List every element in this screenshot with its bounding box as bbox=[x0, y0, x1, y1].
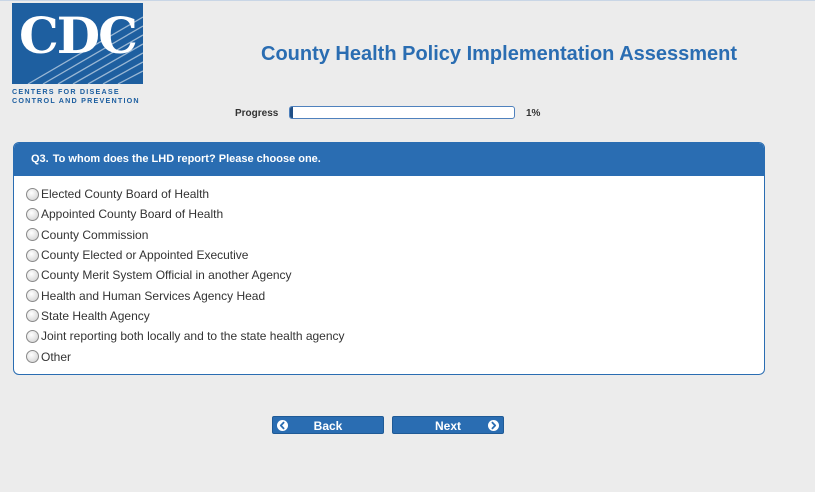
answer-option-label: Other bbox=[41, 349, 72, 364]
answer-option[interactable]: County Commission bbox=[26, 225, 764, 245]
answer-option[interactable]: County Merit System Official in another … bbox=[26, 265, 764, 285]
radio-button[interactable] bbox=[26, 350, 39, 364]
progress-label: Progress bbox=[235, 108, 279, 119]
answer-option[interactable]: Elected County Board of Health bbox=[26, 184, 764, 204]
answer-option[interactable]: State Health Agency bbox=[26, 306, 764, 326]
answer-options: Elected County Board of Health Appointed… bbox=[14, 176, 764, 367]
circle-arrow-left-icon bbox=[277, 420, 288, 431]
radio-button[interactable] bbox=[26, 248, 39, 262]
back-button[interactable]: Back bbox=[272, 416, 384, 434]
progress-value: 1% bbox=[526, 108, 541, 119]
radio-button[interactable] bbox=[26, 228, 39, 242]
radio-button[interactable] bbox=[26, 207, 39, 221]
answer-option-label: Health and Human Services Agency Head bbox=[41, 288, 266, 303]
answer-option-label: County Elected or Appointed Executive bbox=[41, 248, 249, 263]
radio-button[interactable] bbox=[26, 309, 39, 323]
answer-option-label: State Health Agency bbox=[41, 308, 150, 323]
circle-arrow-right-icon bbox=[488, 420, 499, 431]
answer-option[interactable]: Joint reporting both locally and to the … bbox=[26, 326, 764, 346]
answer-option-label: County Merit System Official in another … bbox=[41, 268, 292, 283]
answer-option-label: Joint reporting both locally and to the … bbox=[41, 329, 345, 344]
question-header: Q3. To whom does the LHD report? Please c… bbox=[14, 143, 764, 176]
progress-bar-fill bbox=[290, 107, 293, 118]
answer-option[interactable]: Health and Human Services Agency Head bbox=[26, 285, 764, 305]
answer-option-label: Appointed County Board of Health bbox=[41, 207, 224, 222]
cdc-logo-mark: CDC bbox=[12, 3, 143, 84]
answer-option[interactable]: Appointed County Board of Health bbox=[26, 204, 764, 224]
answer-option-label: County Commission bbox=[41, 227, 149, 242]
radio-button[interactable] bbox=[26, 268, 39, 282]
progress-bar bbox=[289, 106, 515, 119]
page-title: County Health Policy Implementation Asse… bbox=[261, 43, 738, 65]
answer-option-label: Elected County Board of Health bbox=[41, 187, 210, 202]
question-panel: Q3. To whom does the LHD report? Please c… bbox=[13, 142, 765, 375]
next-button-label: Next bbox=[434, 419, 461, 433]
question-number: Q3. bbox=[31, 153, 49, 165]
radio-button[interactable] bbox=[26, 329, 39, 343]
logo-letters: CDC bbox=[19, 6, 138, 65]
answer-option[interactable]: County Elected or Appointed Executive bbox=[26, 245, 764, 265]
logo-caption: Centers for Disease Control and Preventi… bbox=[12, 87, 143, 105]
radio-button[interactable] bbox=[26, 289, 39, 303]
next-button[interactable]: Next bbox=[392, 416, 504, 434]
answer-option[interactable]: Other bbox=[26, 346, 764, 366]
question-text: To whom does the LHD report? Please choo… bbox=[52, 153, 321, 165]
cdc-logo: CDC Centers for Disease Control and Prev… bbox=[12, 3, 143, 105]
logo-caption-line1: Centers for Disease bbox=[12, 87, 120, 96]
back-button-label: Back bbox=[313, 419, 343, 433]
logo-caption-line2: Control and Prevention bbox=[12, 96, 140, 105]
radio-button[interactable] bbox=[26, 187, 39, 201]
